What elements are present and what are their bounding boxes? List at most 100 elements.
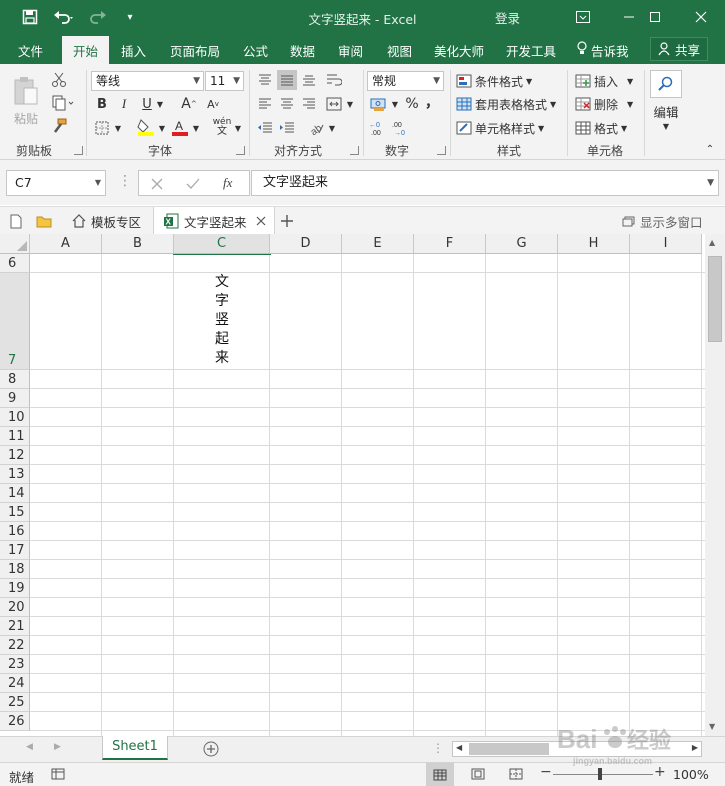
column-header-e[interactable]: E bbox=[342, 234, 414, 254]
next-sheet-icon[interactable]: ▶ bbox=[54, 742, 61, 752]
fill-color-dropdown-icon[interactable]: ▼ bbox=[157, 118, 167, 138]
comma-style-button[interactable]: ， bbox=[425, 92, 439, 112]
orientation-icon[interactable]: ab bbox=[307, 118, 327, 138]
tab-formulas[interactable]: 公式 bbox=[243, 41, 268, 60]
row-header-11[interactable]: 11 bbox=[0, 427, 30, 446]
add-sheet-icon[interactable] bbox=[203, 741, 219, 760]
shrink-font-button[interactable]: Av bbox=[204, 94, 222, 114]
tab-page-layout[interactable]: 页面布局 bbox=[170, 41, 220, 60]
prev-sheet-icon[interactable]: ◀ bbox=[26, 742, 33, 752]
tab-review[interactable]: 审阅 bbox=[338, 41, 363, 60]
row-header-12[interactable]: 12 bbox=[0, 446, 30, 465]
clipboard-launcher-icon[interactable] bbox=[74, 146, 83, 155]
increase-decimal-icon[interactable]: ←0.00 bbox=[368, 118, 390, 138]
login-link[interactable]: 登录 bbox=[495, 8, 520, 27]
underline-button[interactable]: U bbox=[138, 94, 156, 114]
ribbon-display-options-icon[interactable] bbox=[560, 0, 606, 34]
share-button[interactable]: 共享 bbox=[650, 37, 708, 61]
maximize-icon[interactable] bbox=[632, 0, 678, 34]
conditional-format-button[interactable]: 条件格式 ▼ bbox=[456, 71, 532, 91]
alignment-launcher-icon[interactable] bbox=[350, 146, 359, 155]
font-color-icon[interactable]: A bbox=[170, 116, 190, 138]
column-header-h[interactable]: H bbox=[558, 234, 630, 254]
spreadsheet-grid[interactable]: ABCDEFGHI 6 7 8 9 10 11 12 13 14 15 16 17 18 19 20 21 22… bbox=[0, 234, 705, 736]
align-top-icon[interactable] bbox=[255, 70, 275, 90]
align-left-icon[interactable] bbox=[255, 94, 275, 114]
accounting-format-icon[interactable] bbox=[368, 94, 390, 114]
row-header-20[interactable]: 20 bbox=[0, 598, 30, 617]
row-header-6[interactable]: 6 bbox=[0, 254, 30, 273]
format-cells-button[interactable]: 格式 ▼ bbox=[575, 118, 627, 138]
copy-icon[interactable] bbox=[48, 93, 78, 113]
macro-record-icon[interactable] bbox=[51, 768, 65, 783]
row-header-23[interactable]: 23 bbox=[0, 655, 30, 674]
wrap-text-icon[interactable] bbox=[324, 70, 344, 90]
column-header-i[interactable]: I bbox=[630, 234, 702, 254]
paste-button[interactable]: 粘贴 bbox=[9, 70, 43, 132]
tab-view[interactable]: 视图 bbox=[387, 41, 412, 60]
row-header-9[interactable]: 9 bbox=[0, 389, 30, 408]
horizontal-scroll-thumb[interactable] bbox=[469, 743, 549, 755]
name-box[interactable]: C7 ▼ bbox=[6, 170, 106, 196]
tell-me-search[interactable]: 告诉我 bbox=[576, 41, 629, 60]
formula-input[interactable]: 文字竖起来 ▼ bbox=[251, 170, 719, 196]
row-header-14[interactable]: 14 bbox=[0, 484, 30, 503]
select-all-corner[interactable] bbox=[0, 234, 30, 254]
add-tab-icon[interactable] bbox=[280, 207, 294, 235]
tab-insert[interactable]: 插入 bbox=[121, 41, 146, 60]
tab-beautify[interactable]: 美化大师 bbox=[434, 41, 484, 60]
align-right-icon[interactable] bbox=[299, 94, 319, 114]
row-header-24[interactable]: 24 bbox=[0, 674, 30, 693]
cut-icon[interactable] bbox=[48, 70, 70, 90]
row-header-22[interactable]: 22 bbox=[0, 636, 30, 655]
bold-button[interactable]: B bbox=[93, 94, 111, 114]
decrease-indent-icon[interactable] bbox=[255, 118, 275, 138]
scroll-up-icon[interactable]: ▲ bbox=[709, 238, 715, 247]
row-header-8[interactable]: 8 bbox=[0, 370, 30, 389]
number-launcher-icon[interactable] bbox=[437, 146, 446, 155]
column-header-c[interactable]: C bbox=[174, 234, 270, 254]
row-header-13[interactable]: 13 bbox=[0, 465, 30, 484]
enter-icon[interactable] bbox=[186, 178, 200, 190]
italic-button[interactable]: I bbox=[115, 94, 133, 114]
row-header-16[interactable]: 16 bbox=[0, 522, 30, 541]
row-header-15[interactable]: 15 bbox=[0, 503, 30, 522]
tab-split-grip-icon[interactable]: ⋮ bbox=[432, 741, 444, 755]
tab-data[interactable]: 数据 bbox=[290, 41, 315, 60]
underline-dropdown-icon[interactable]: ▼ bbox=[155, 94, 165, 114]
column-header-g[interactable]: G bbox=[486, 234, 558, 254]
align-center-icon[interactable] bbox=[277, 94, 297, 114]
tab-home[interactable]: 开始 bbox=[62, 36, 109, 64]
phonetic-guide-button[interactable]: wén 文 bbox=[210, 116, 234, 138]
delete-cells-button[interactable]: 删除 ▼ bbox=[575, 94, 633, 114]
row-header-26[interactable]: 26 bbox=[0, 712, 30, 731]
row-header-10[interactable]: 10 bbox=[0, 408, 30, 427]
row-header-7[interactable]: 7 bbox=[0, 273, 30, 370]
row-header-19[interactable]: 19 bbox=[0, 579, 30, 598]
zoom-slider-track[interactable] bbox=[553, 774, 653, 775]
merge-center-icon[interactable] bbox=[323, 94, 345, 114]
find-icon[interactable] bbox=[650, 70, 682, 98]
folder-icon[interactable] bbox=[36, 207, 52, 235]
border-icon[interactable] bbox=[93, 118, 111, 138]
format-as-table-button[interactable]: 套用表格格式 ▼ bbox=[456, 94, 556, 114]
align-middle-icon[interactable] bbox=[277, 70, 297, 90]
show-multi-window-button[interactable]: 显示多窗口 bbox=[622, 207, 703, 235]
page-layout-view-icon[interactable] bbox=[471, 768, 485, 783]
font-size-select[interactable]: 11 ▼ bbox=[205, 71, 244, 91]
font-name-select[interactable]: 等线 ▼ bbox=[91, 71, 204, 91]
increase-indent-icon[interactable] bbox=[277, 118, 297, 138]
fill-color-icon[interactable] bbox=[136, 116, 156, 138]
tab-developer[interactable]: 开发工具 bbox=[506, 41, 556, 60]
column-header-b[interactable]: B bbox=[102, 234, 174, 254]
grow-font-button[interactable]: A ^ bbox=[180, 94, 198, 114]
row-header-21[interactable]: 21 bbox=[0, 617, 30, 636]
scroll-left-icon[interactable]: ◀ bbox=[456, 743, 462, 752]
decrease-decimal-icon[interactable]: .00 →0 bbox=[391, 118, 413, 138]
column-header-f[interactable]: F bbox=[414, 234, 486, 254]
insert-function-button[interactable]: fx bbox=[223, 175, 232, 191]
align-bottom-icon[interactable] bbox=[299, 70, 319, 90]
row-header-17[interactable]: 17 bbox=[0, 541, 30, 560]
percent-button[interactable]: % bbox=[403, 94, 421, 114]
number-format-select[interactable]: 常规 ▼ bbox=[367, 71, 444, 91]
